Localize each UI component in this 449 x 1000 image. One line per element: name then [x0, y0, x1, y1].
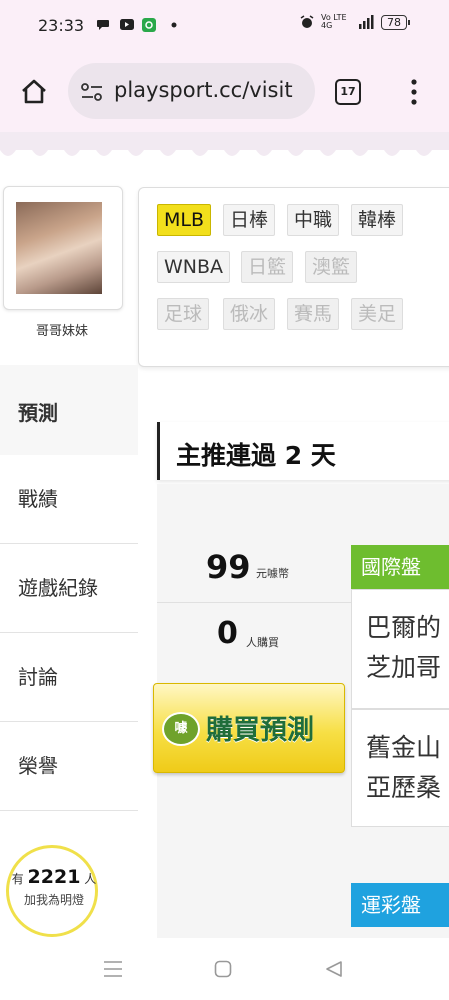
- tag-soccer[interactable]: 足球: [157, 298, 210, 330]
- tabs-icon[interactable]: 17: [335, 79, 361, 105]
- divider: [157, 602, 351, 603]
- menu-item-predict[interactable]: 預測: [0, 365, 138, 455]
- menu-item-honor[interactable]: 榮譽: [0, 722, 138, 811]
- tag-cpbl[interactable]: 中職: [287, 204, 340, 236]
- tag-racing[interactable]: 賽馬: [287, 298, 340, 330]
- tag-nfl[interactable]: 美足: [351, 298, 404, 330]
- headline: 主推連過 2 天: [176, 441, 336, 470]
- tag-kbo[interactable]: 韓棒: [351, 204, 404, 236]
- alarm-icon: [300, 15, 314, 28]
- notification-icons: [97, 18, 177, 32]
- category-sports-lottery: 運彩盤: [351, 883, 449, 927]
- tag-wnba[interactable]: WNBA: [157, 251, 231, 283]
- buyers-count: 0: [217, 616, 238, 651]
- battery-icon: 78: [381, 14, 410, 30]
- tag-mlb[interactable]: MLB: [157, 204, 212, 236]
- tag-khl[interactable]: 俄冰: [223, 298, 276, 330]
- recents-icon[interactable]: [103, 960, 123, 978]
- scallop-edge: [0, 150, 449, 162]
- url-text[interactable]: playsport.cc/visit: [114, 78, 306, 102]
- category-international: 國際盤: [351, 545, 449, 589]
- tag-nbl[interactable]: 澳籃: [305, 251, 358, 283]
- tag-jbl[interactable]: 日籃: [241, 251, 294, 283]
- game-card[interactable]: 巴爾的 芝加哥: [351, 589, 449, 709]
- team-name: 舊金山: [366, 733, 442, 762]
- tag-npb[interactable]: 日棒: [223, 204, 276, 236]
- home-icon[interactable]: [20, 78, 48, 106]
- price-value: 99: [206, 548, 251, 586]
- menu-item-label: 討論: [18, 665, 58, 689]
- profile-name[interactable]: 哥哥妹妹: [0, 320, 124, 339]
- fan-count-suffix: 人: [84, 872, 97, 886]
- fan-count-value: 2221: [27, 866, 81, 888]
- site-settings-icon[interactable]: [80, 82, 104, 102]
- app-icon: [142, 18, 156, 32]
- menu-item-label: 預測: [18, 401, 58, 425]
- follow-label[interactable]: 加我為明燈: [8, 891, 100, 908]
- avatar[interactable]: [16, 202, 102, 294]
- fan-count: 有 2221 人: [8, 866, 100, 888]
- sport-filter-panel: MLB 日棒 中職 韓棒 WNBA 日籃 澳籃 足球 俄冰 賽馬 美足: [138, 187, 449, 367]
- menu-item-discussion[interactable]: 討論: [0, 633, 138, 722]
- youtube-icon: [120, 19, 134, 30]
- chat-icon: [97, 20, 109, 30]
- back-icon[interactable]: [325, 960, 343, 978]
- coin-icon: 噱: [162, 712, 200, 746]
- price-unit: 元噱幣: [256, 567, 289, 580]
- team-name: 芝加哥: [366, 653, 442, 682]
- dot-icon: [171, 22, 177, 28]
- status-time: 23:33: [38, 16, 85, 35]
- menu-item-label: 戰績: [18, 487, 58, 511]
- fan-count-prefix: 有: [11, 872, 24, 886]
- menu-item-record[interactable]: 戰績: [0, 455, 138, 544]
- menu-item-label: 榮譽: [18, 754, 58, 778]
- menu-item-game-history[interactable]: 遊戲紀錄: [0, 544, 138, 633]
- team-name: 巴爾的: [366, 613, 442, 642]
- home-nav-icon[interactable]: [214, 960, 232, 978]
- status-right: Vo LTE 4G 78: [300, 13, 410, 30]
- buyers-unit: 人購買: [246, 636, 279, 649]
- menu-item-label: 遊戲紀錄: [18, 576, 98, 600]
- signal-icon: [359, 15, 374, 29]
- team-name: 亞歷桑: [366, 773, 442, 802]
- more-icon[interactable]: [408, 78, 420, 106]
- network-label: Vo LTE 4G: [321, 13, 347, 30]
- game-card[interactable]: 舊金山 亞歷桑: [351, 709, 449, 827]
- buy-prediction-label[interactable]: 購買預測: [206, 708, 314, 747]
